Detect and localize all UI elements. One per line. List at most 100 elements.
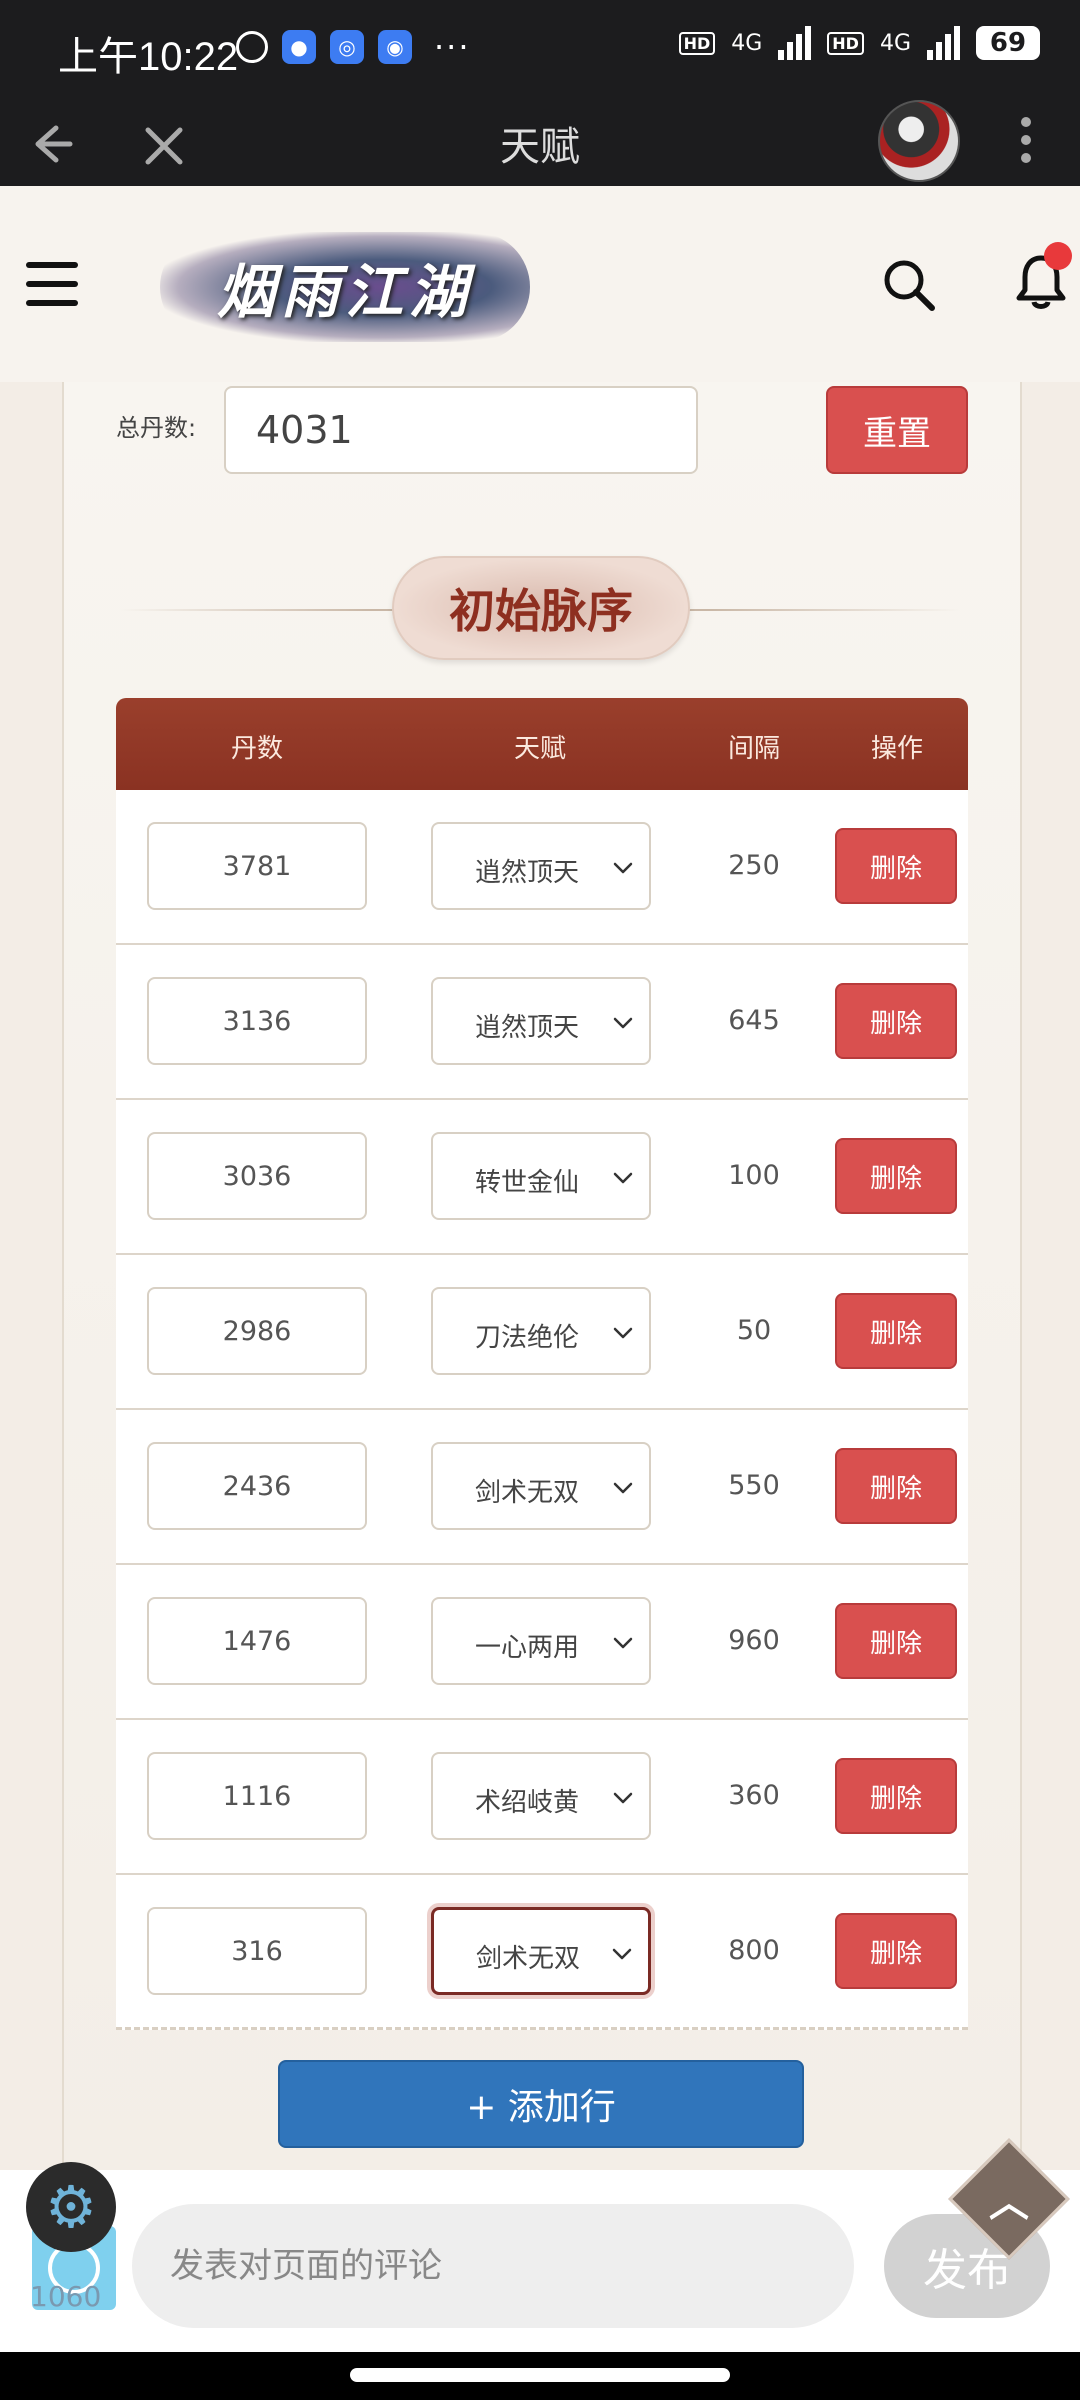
talent-select-value: 术绍岐黄 — [475, 1788, 579, 1818]
delete-button[interactable]: 删除 — [835, 1138, 957, 1214]
table-row: 3036 转世金仙 100 删除 — [116, 1100, 968, 1255]
chevron-down-icon — [613, 862, 633, 874]
dan-input[interactable]: 2436 — [147, 1442, 367, 1530]
gesture-area — [0, 2352, 1080, 2400]
gap-value: 645 — [728, 1005, 780, 1036]
talent-select-value: 剑术无双 — [475, 1478, 579, 1508]
delete-button[interactable]: 删除 — [835, 1913, 957, 1989]
more-vertical-icon[interactable] — [1016, 110, 1036, 178]
delete-button[interactable]: 删除 — [835, 983, 957, 1059]
search-icon[interactable] — [882, 258, 936, 312]
chevron-down-icon — [613, 1792, 633, 1804]
table-row: 1476 一心两用 960 删除 — [116, 1565, 968, 1720]
dan-input[interactable]: 1476 — [147, 1597, 367, 1685]
signal-icon — [927, 26, 960, 60]
dan-input[interactable]: 3036 — [147, 1132, 367, 1220]
close-icon[interactable] — [140, 116, 188, 179]
add-row-button[interactable]: + 添加行 — [278, 2060, 804, 2148]
delete-button[interactable]: 删除 — [835, 1448, 957, 1524]
notification-badge — [1044, 242, 1072, 270]
battery-icon: 69 — [976, 26, 1040, 60]
gap-value: 100 — [728, 1160, 780, 1191]
talent-select-value: 剑术无双 — [476, 1944, 580, 1974]
network-type: 4G — [731, 30, 763, 56]
delete-button[interactable]: 删除 — [835, 1293, 957, 1369]
gap-value: 960 — [728, 1625, 780, 1656]
section-title: 初始脉序 — [392, 556, 690, 660]
back-arrow-icon[interactable] — [26, 120, 74, 176]
table-body: 3781 逍然顶天 250 删除 3136 逍然顶天 645 删除 3036 转世金仙 100 删除 2… — [116, 790, 968, 2030]
talent-table: 丹数 天赋 间隔 操作 3781 逍然顶天 250 删除 3136 逍然顶天 645 删除 30… — [116, 698, 968, 2030]
gap-value: 50 — [736, 1315, 772, 1346]
dan-input[interactable]: 3136 — [147, 977, 367, 1065]
status-right-icons: HD 4G HD 4G 69 — [678, 26, 1040, 60]
talent-select[interactable]: 术绍岐黄 — [431, 1752, 651, 1840]
talent-select-value: 逍然顶天 — [475, 1013, 579, 1043]
dan-input[interactable]: 3781 — [147, 822, 367, 910]
column-header-talent: 天赋 — [513, 734, 566, 764]
talent-select-value: 转世金仙 — [475, 1168, 579, 1198]
delete-button[interactable]: 删除 — [835, 1758, 957, 1834]
chevron-down-icon — [613, 1482, 633, 1494]
table-row: 1116 术绍岐黄 360 删除 — [116, 1720, 968, 1875]
delete-button[interactable]: 删除 — [835, 1603, 957, 1679]
talent-select[interactable]: 逍然顶天 — [431, 977, 651, 1065]
column-header-action: 操作 — [870, 734, 923, 764]
home-indicator[interactable] — [350, 2368, 730, 2382]
talent-select[interactable]: 剑术无双 — [431, 1442, 651, 1530]
delete-button[interactable]: 删除 — [835, 828, 957, 904]
talent-select[interactable]: 刀法绝伦 — [431, 1287, 651, 1375]
dan-input[interactable]: 316 — [147, 1907, 367, 1995]
chevron-down-icon — [613, 1327, 633, 1339]
talent-select[interactable]: 剑术无双 — [431, 1907, 651, 1995]
gap-value: 360 — [728, 1780, 780, 1811]
alarm-icon — [236, 31, 268, 63]
site-header: 烟雨江湖 — [0, 186, 1080, 382]
dan-input[interactable]: 1116 — [147, 1752, 367, 1840]
table-row: 2986 刀法绝伦 50 删除 — [116, 1255, 968, 1410]
signal-icon — [778, 26, 812, 60]
total-dan-input[interactable]: 4031 — [224, 386, 698, 474]
status-bar: 上午10:22 ● ◎ ◉ ··· HD 4G HD 4G 69 — [0, 0, 1080, 100]
avatar[interactable] — [878, 100, 960, 182]
hd-icon: HD — [678, 31, 716, 55]
gap-value: 250 — [728, 850, 780, 881]
column-header-gap: 间隔 — [727, 734, 780, 764]
dan-input[interactable]: 2986 — [147, 1287, 367, 1375]
comment-input[interactable]: 发表对页面的评论 — [132, 2204, 854, 2328]
talent-select-value: 刀法绝伦 — [475, 1323, 579, 1353]
status-time: 上午10:22 — [58, 35, 239, 79]
talent-select-value: 一心两用 — [475, 1633, 579, 1663]
app-notification-icon: ◎ — [330, 30, 364, 64]
chevron-down-icon — [612, 1948, 632, 1960]
app-notification-icon: ● — [282, 30, 316, 64]
chevron-down-icon — [613, 1017, 633, 1029]
table-row: 2436 剑术无双 550 删除 — [116, 1410, 968, 1565]
talent-select[interactable]: 逍然顶天 — [431, 822, 651, 910]
column-header-dan: 丹数 — [230, 734, 283, 764]
gap-value: 550 — [728, 1470, 780, 1501]
chevron-down-icon — [613, 1637, 633, 1649]
hamburger-menu-icon[interactable] — [26, 262, 78, 306]
chevron-down-icon — [613, 1172, 633, 1184]
talent-select-value: 逍然顶天 — [475, 858, 579, 888]
gear-icon[interactable]: ⚙ — [26, 2162, 116, 2252]
talent-select[interactable]: 一心两用 — [431, 1597, 651, 1685]
total-dan-label: 总丹数: — [116, 414, 197, 442]
table-row: 3781 逍然顶天 250 删除 — [116, 790, 968, 945]
table-header: 丹数 天赋 间隔 操作 — [116, 698, 968, 790]
status-notification-icons: ● ◎ ◉ ··· — [236, 28, 471, 66]
hd-icon: HD — [827, 31, 864, 55]
talent-select[interactable]: 转世金仙 — [431, 1132, 651, 1220]
browser-navbar: 天赋 — [0, 100, 1080, 186]
comment-count: 1060 — [30, 2280, 102, 2313]
gap-value: 800 — [728, 1935, 780, 1966]
reset-button[interactable]: 重置 — [826, 386, 968, 474]
app-notification-icon: ◉ — [378, 30, 412, 64]
site-logo[interactable]: 烟雨江湖 — [160, 232, 530, 342]
more-notifications-icon: ··· — [434, 28, 471, 66]
network-type: 4G — [879, 30, 911, 56]
table-row: 3136 逍然顶天 645 删除 — [116, 945, 968, 1100]
logo-text: 烟雨江湖 — [216, 258, 473, 326]
table-row: 316 剑术无双 800 删除 — [116, 1875, 968, 2030]
